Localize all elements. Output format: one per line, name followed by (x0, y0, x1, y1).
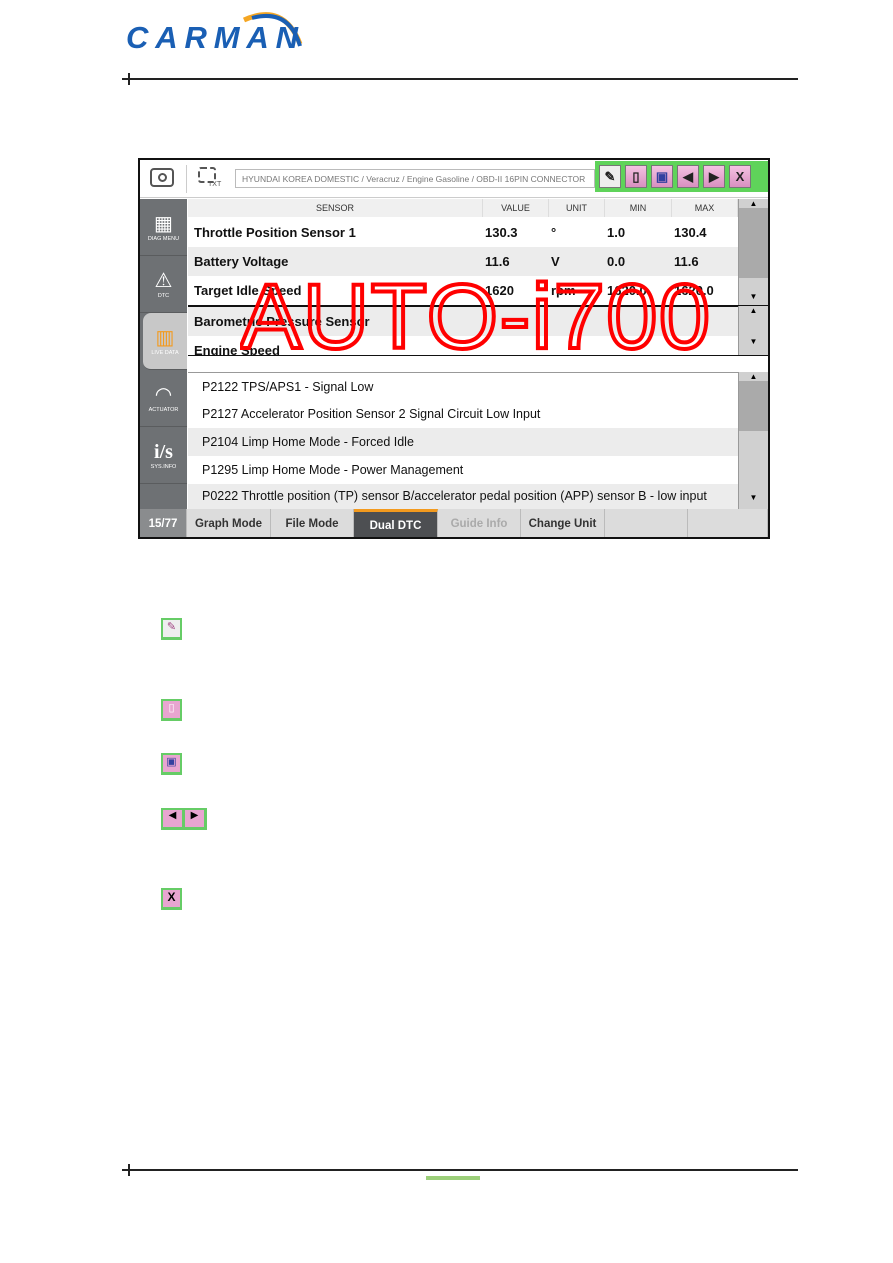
tab-guide-info[interactable]: Guide Info (438, 509, 521, 537)
next-icon[interactable]: ▶ (703, 165, 725, 188)
tab-dual-dtc[interactable]: Dual DTC (354, 509, 438, 537)
sensor-name: Throttle Position Sensor 1 (194, 225, 356, 240)
sidebar-item-dtc[interactable]: ⚠ DTC (140, 256, 187, 313)
save-glyph: ▣ (163, 755, 180, 772)
camera-icon[interactable] (150, 168, 174, 187)
legend-file-icon: ▯ (161, 699, 182, 721)
header-rule (122, 78, 798, 80)
min: 1.0 (607, 225, 626, 240)
dtc-item[interactable]: P2104 Limp Home Mode - Forced Idle (188, 428, 738, 456)
max: 130.4 (674, 225, 707, 240)
legend-pencil-icon: ✎ (161, 618, 182, 640)
tab-graph-mode[interactable]: Graph Mode (187, 509, 271, 537)
sidebar-item-live-data[interactable]: ▥ LIVE DATA (143, 313, 187, 370)
sidebar-item-diag-menu[interactable]: ▦ DIAG MENU (140, 199, 187, 256)
bottom-tabs: 15/77 Graph Mode File Mode Dual DTC Guid… (140, 509, 768, 537)
sidebar-label: ACTUATOR (148, 407, 179, 413)
chart-icon: ▥ (155, 327, 175, 349)
header-tick (128, 73, 130, 85)
footer-rule (122, 1169, 798, 1171)
pencil-glyph: ✎ (163, 620, 180, 637)
dtc-item[interactable]: P0222 Throttle position (TP) sensor B/ac… (188, 484, 738, 509)
col-value[interactable]: VALUE (483, 199, 549, 217)
sidebar-item-sys-info[interactable]: i/s SYS.INFO (140, 427, 187, 484)
page-counter: 15/77 (140, 509, 187, 537)
dtc-scrollbar[interactable]: ▲ ▼ (738, 372, 768, 509)
pencil-icon[interactable]: ✎ (599, 165, 621, 188)
gauge-icon: ◠ (154, 384, 173, 406)
top-bar: TXT HYUNDAI KOREA DOMESTIC / Veracruz / … (140, 160, 768, 198)
close-glyph: X (163, 890, 180, 907)
dtc-item[interactable]: P1295 Limp Home Mode - Power Management (188, 456, 738, 484)
txt-capture-icon[interactable]: TXT (198, 167, 222, 191)
table-scrollbar[interactable]: ▲ ▼ (738, 199, 768, 305)
next-glyph: ▶ (185, 810, 204, 827)
col-max[interactable]: MAX (672, 199, 738, 217)
close-icon[interactable]: X (729, 165, 751, 188)
tab-empty (688, 509, 768, 537)
sidebar-label: SYS.INFO (150, 464, 177, 470)
txt-label: TXT (208, 181, 222, 188)
table-row[interactable]: Throttle Position Sensor 1 130.3 ° 1.0 130.4 (188, 218, 738, 247)
sidebar-label: DTC (157, 293, 170, 299)
sidebar-label: LIVE DATA (151, 350, 179, 356)
unit: ° (551, 225, 557, 240)
tab-change-unit[interactable]: Change Unit (521, 509, 605, 537)
file-glyph: ▯ (163, 701, 180, 718)
handwriting-text: AUTO-i700 (240, 266, 710, 356)
save-icon[interactable]: ▣ (651, 165, 673, 188)
sidebar: ▦ DIAG MENU ⚠ DTC ▥ LIVE DATA ◠ ACTUATOR i/s… (140, 199, 187, 510)
value: 130.3 (485, 225, 518, 240)
file-icon[interactable]: ▯ (625, 165, 647, 188)
prev-glyph: ◀ (163, 810, 182, 827)
footer-tick (128, 1164, 130, 1176)
grid-icon: ▦ (154, 213, 173, 235)
carman-logo: CARMAN (124, 6, 304, 56)
toolbar: ✎ ▯ ▣ ◀ ▶ X (595, 161, 768, 192)
col-min[interactable]: MIN (605, 199, 672, 217)
footer-bar (426, 1176, 480, 1180)
scanner-screenshot: TXT HYUNDAI KOREA DOMESTIC / Veracruz / … (138, 158, 770, 539)
warning-icon: ⚠ (154, 270, 173, 292)
dtc-item[interactable]: P2122 TPS/APS1 - Signal Low (188, 372, 738, 400)
tab-file-mode[interactable]: File Mode (271, 509, 354, 537)
table2-scrollbar[interactable]: ▲ ▼ (738, 306, 768, 355)
svg-text:CARMAN: CARMAN (126, 20, 299, 55)
col-sensor[interactable]: SENSOR (188, 199, 483, 217)
path-breadcrumb: HYUNDAI KOREA DOMESTIC / Veracruz / Engi… (235, 169, 595, 188)
handwritten-annotation: AUTO-i700 (240, 266, 712, 356)
sidebar-item-actuator[interactable]: ◠ ACTUATOR (140, 370, 187, 427)
col-unit[interactable]: UNIT (549, 199, 605, 217)
sidebar-label: DIAG MENU (147, 236, 180, 242)
prev-icon[interactable]: ◀ (677, 165, 699, 188)
legend-close-icon: X (161, 888, 182, 910)
legend-nav-icons: ◀ ▶ (161, 808, 207, 830)
dtc-item[interactable]: P2127 Accelerator Position Sensor 2 Sign… (188, 400, 738, 428)
legend-save-icon: ▣ (161, 753, 182, 775)
info-icon: i/s (154, 441, 173, 463)
tab-empty (605, 509, 688, 537)
